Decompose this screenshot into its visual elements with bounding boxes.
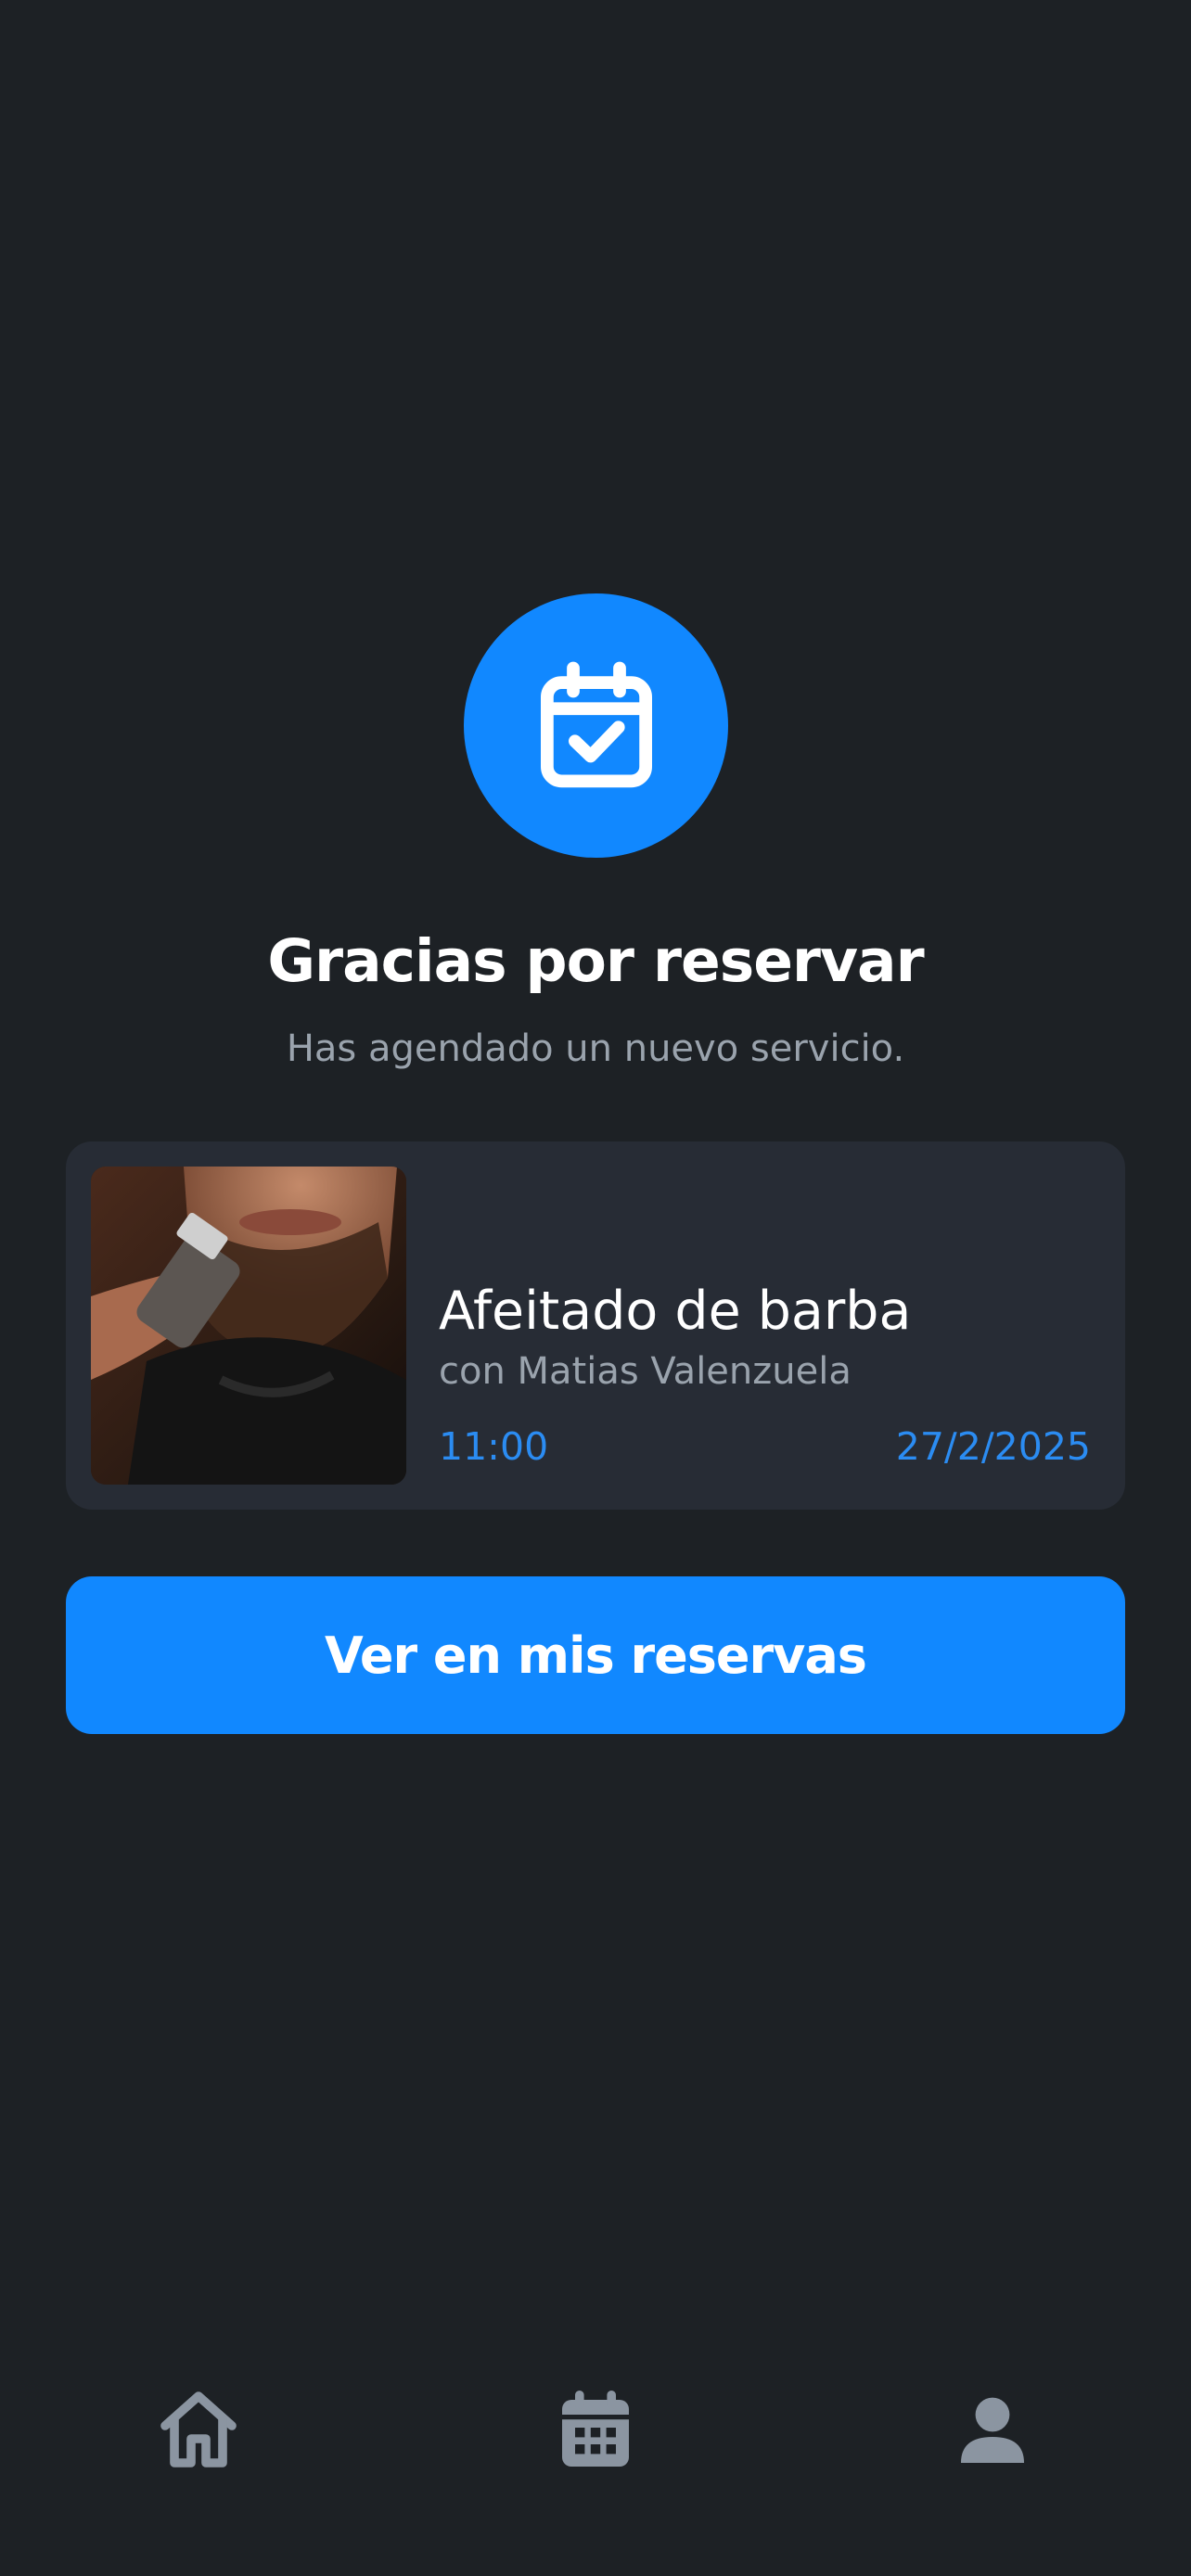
- page-subtitle: Has agendado un nuevo servicio.: [286, 1027, 905, 1070]
- bottom-tab-bar: [0, 2374, 1191, 2522]
- profile-icon: [961, 2397, 1024, 2463]
- calendar-check-icon: [540, 661, 652, 787]
- service-image: [91, 1167, 406, 1485]
- page-title: Gracias por reservar: [267, 927, 924, 995]
- booking-time: 11:00: [439, 1424, 549, 1469]
- service-name: Afeitado de barba: [439, 1281, 912, 1342]
- confirmation-badge: [464, 593, 728, 858]
- booking-date: 27/2/2025: [895, 1424, 1091, 1469]
- booking-card: Afeitado de barba con Matias Valenzuela …: [66, 1141, 1125, 1510]
- barber-name: con Matias Valenzuela: [439, 1350, 852, 1393]
- tab-home[interactable]: [143, 2374, 254, 2485]
- calendar-icon: [562, 2391, 629, 2467]
- home-icon: [160, 2391, 237, 2468]
- tab-calendar[interactable]: [540, 2374, 651, 2485]
- tab-profile[interactable]: [937, 2374, 1048, 2485]
- view-reservations-button[interactable]: Ver en mis reservas: [66, 1576, 1125, 1734]
